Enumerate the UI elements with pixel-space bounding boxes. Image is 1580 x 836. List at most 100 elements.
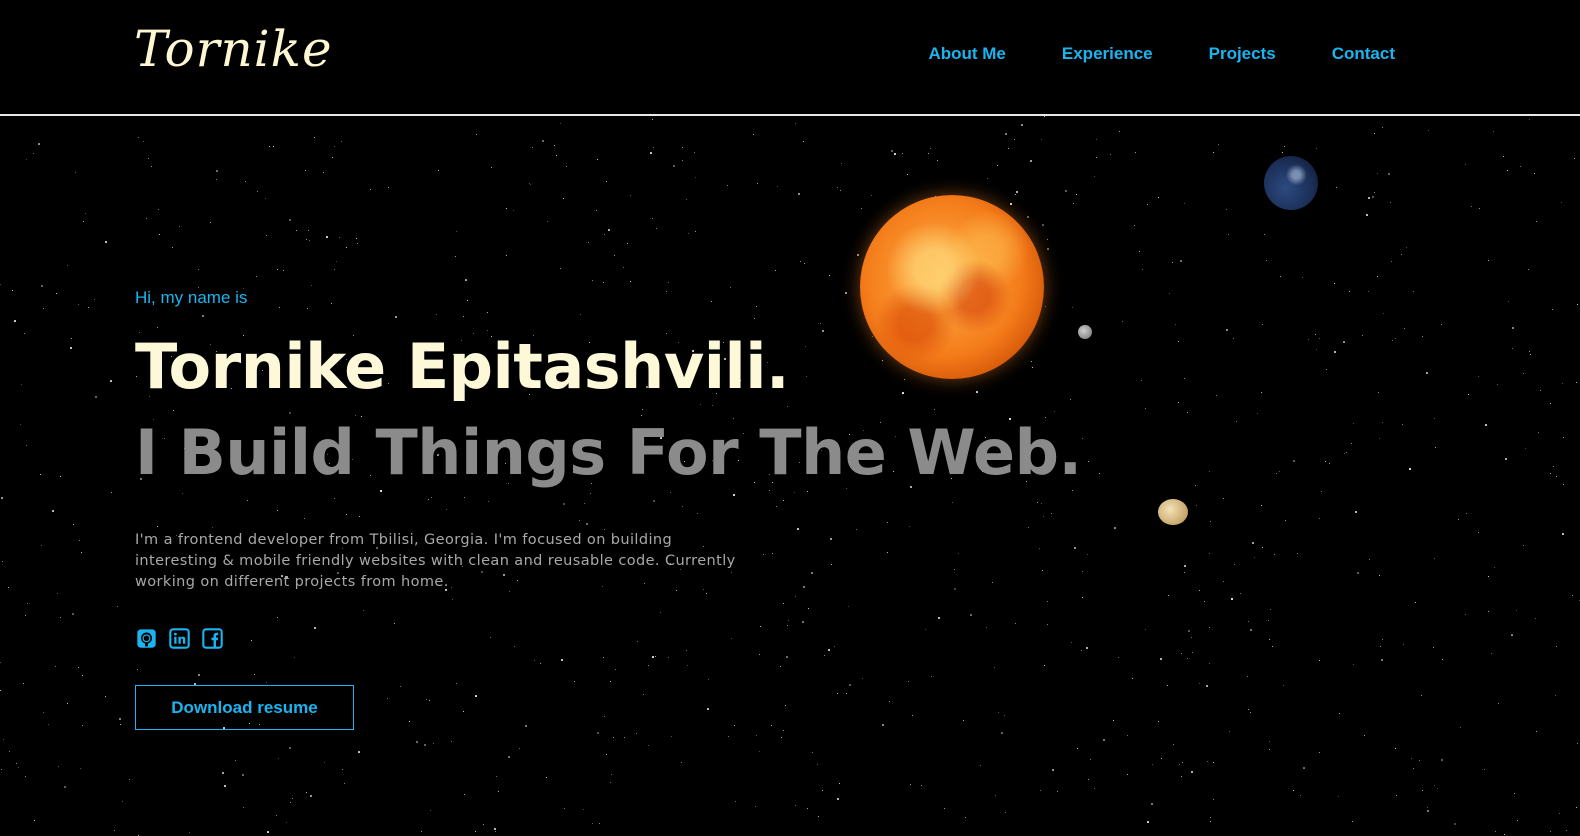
star: [1427, 807, 1428, 808]
star: [580, 314, 581, 315]
hero-bio: I'm a frontend developer from Tbilisi, G…: [135, 532, 736, 590]
logo[interactable]: Tornike: [134, 22, 333, 77]
star: [902, 153, 903, 154]
star: [277, 269, 278, 270]
star: [1041, 503, 1042, 504]
facebook-icon[interactable]: [201, 627, 223, 649]
star: [1404, 328, 1405, 329]
star: [212, 527, 213, 528]
star: [157, 327, 158, 328]
star: [189, 832, 190, 833]
star: [1209, 553, 1210, 554]
star: [138, 137, 139, 138]
star: [395, 316, 397, 318]
star: [1577, 304, 1578, 305]
star: [882, 360, 883, 361]
star: [808, 608, 809, 609]
star: [862, 678, 863, 679]
star: [1319, 660, 1320, 661]
star: [1316, 349, 1317, 350]
star: [1566, 830, 1567, 831]
star: [839, 783, 840, 784]
star: [817, 764, 818, 765]
star: [1559, 813, 1560, 814]
star: [857, 254, 859, 256]
star: [708, 679, 709, 680]
star: [637, 641, 638, 642]
star: [1529, 351, 1530, 352]
star: [1538, 432, 1539, 433]
nav-link-contact[interactable]: Contact: [1332, 44, 1395, 64]
star: [82, 675, 83, 676]
star: [1216, 395, 1217, 396]
star: [824, 655, 825, 656]
star: [1503, 156, 1504, 157]
star: [1529, 119, 1530, 120]
star: [424, 744, 426, 746]
nav-link-experience[interactable]: Experience: [1062, 44, 1153, 64]
star: [1421, 695, 1422, 696]
star: [1052, 769, 1054, 771]
star: [614, 255, 615, 256]
star: [800, 261, 801, 262]
star: [267, 831, 269, 833]
star: [202, 315, 204, 317]
star: [334, 269, 335, 270]
star: [1103, 739, 1105, 741]
star: [1488, 260, 1489, 261]
star: [1044, 116, 1045, 117]
star: [648, 665, 649, 666]
star: [210, 222, 211, 223]
star: [1497, 384, 1498, 385]
star: [1005, 812, 1006, 813]
star: [120, 724, 121, 725]
star: [1199, 683, 1200, 684]
site-header: Tornike About Me Experience Projects Con…: [0, 0, 1580, 116]
star: [1027, 216, 1029, 218]
star: [1368, 291, 1369, 292]
star: [630, 281, 631, 282]
nav-link-about-me[interactable]: About Me: [928, 44, 1005, 64]
star: [1122, 321, 1123, 322]
star: [554, 145, 555, 146]
star: [908, 681, 909, 682]
nav-link-projects[interactable]: Projects: [1209, 44, 1276, 64]
star: [72, 613, 74, 615]
star: [780, 666, 781, 667]
star: [686, 199, 687, 200]
star: [324, 762, 325, 763]
star: [1248, 621, 1249, 622]
download-resume-button[interactable]: Download resume: [135, 685, 354, 730]
star: [222, 772, 224, 774]
star: [1485, 424, 1487, 426]
star: [1204, 601, 1205, 602]
star: [849, 684, 851, 686]
star: [309, 240, 310, 241]
star: [251, 640, 252, 641]
star: [1196, 505, 1197, 506]
star: [668, 282, 669, 283]
star: [937, 160, 938, 161]
star: [1396, 795, 1397, 796]
star: [1047, 624, 1048, 625]
star: [1377, 173, 1378, 174]
star: [530, 184, 531, 185]
linkedin-icon[interactable]: [168, 627, 190, 649]
star: [314, 627, 316, 629]
star: [1379, 438, 1380, 439]
star: [529, 183, 530, 184]
star: [1280, 276, 1281, 277]
star: [997, 165, 998, 166]
github-icon[interactable]: [135, 627, 157, 649]
star: [1210, 817, 1211, 818]
star: [837, 798, 839, 800]
star: [757, 183, 758, 184]
star: [534, 660, 535, 661]
star: [71, 338, 72, 339]
star: [1390, 202, 1391, 203]
star: [727, 185, 728, 186]
star: [802, 621, 804, 623]
star: [1226, 329, 1228, 331]
star: [1339, 713, 1340, 714]
star: [963, 720, 964, 721]
